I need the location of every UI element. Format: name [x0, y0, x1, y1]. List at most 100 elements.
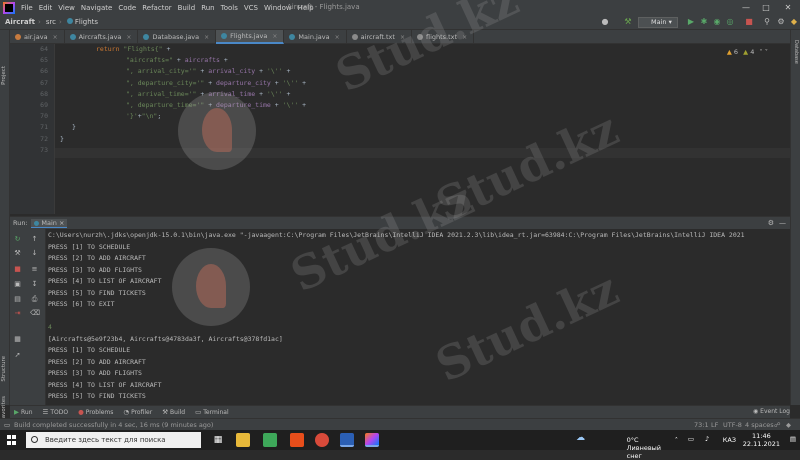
- code-line: ", departure_city='" + departure_city + …: [126, 79, 306, 87]
- code-line: }: [60, 135, 64, 143]
- close-tab-icon[interactable]: ×: [126, 34, 131, 41]
- volume-icon[interactable]: ♪: [705, 435, 709, 443]
- editor-tab[interactable]: air.java ×: [10, 30, 65, 44]
- search-icon[interactable]: ⚲: [762, 17, 772, 27]
- breadcrumb-file[interactable]: Flights: [62, 18, 101, 26]
- menu-item-refactor[interactable]: Refactor: [139, 4, 174, 12]
- profile-icon[interactable]: ◎: [725, 17, 735, 27]
- layout-icon[interactable]: ▦: [13, 335, 22, 344]
- camera-icon[interactable]: ▣: [13, 280, 22, 289]
- tool-tab-problems[interactable]: ● Problems: [74, 408, 119, 416]
- windows-start-icon[interactable]: [7, 435, 17, 445]
- close-icon[interactable]: ✕: [778, 0, 798, 15]
- close-tab-icon[interactable]: ×: [272, 33, 277, 40]
- project-tool-tab[interactable]: Project: [1, 66, 7, 85]
- settings-icon[interactable]: ⚙: [776, 17, 786, 27]
- console-line: 4: [48, 323, 52, 331]
- tool-tab-todo[interactable]: ☰ TODO: [39, 408, 75, 416]
- caret-position[interactable]: 73:1: [694, 421, 709, 429]
- coverage-icon[interactable]: ◉: [712, 17, 722, 27]
- menu-item-edit[interactable]: Edit: [36, 4, 56, 12]
- tool-tab-run[interactable]: ▶ Run: [10, 408, 39, 416]
- user-icon[interactable]: ●: [600, 17, 610, 27]
- code-editor[interactable]: 64 65 66 67 68 69 70 71 72 73 return "Flights{" +…: [10, 44, 790, 214]
- pin-icon[interactable]: ➚: [13, 351, 22, 360]
- menu-item-build[interactable]: Build: [175, 4, 199, 12]
- editor-tab[interactable]: flights.txt ×: [412, 30, 475, 44]
- weather-text[interactable]: 0°C Ливневый снег: [627, 436, 661, 460]
- menu-item-navigate[interactable]: Navigate: [78, 4, 115, 12]
- line-separator[interactable]: LF: [711, 421, 718, 429]
- chevron-up-icon[interactable]: ˄: [759, 48, 762, 56]
- breadcrumb-project[interactable]: Aircraft: [0, 18, 38, 26]
- settings-icon[interactable]: ⚙: [768, 219, 774, 227]
- app-icon[interactable]: [263, 433, 277, 447]
- trash-icon[interactable]: ⌫: [30, 309, 40, 318]
- wrench-icon[interactable]: ⚒: [13, 249, 22, 258]
- maximize-icon[interactable]: □: [756, 0, 776, 15]
- memory-icon[interactable]: ◆: [786, 421, 791, 429]
- rerun-icon[interactable]: ↻: [13, 235, 22, 244]
- dump-threads-icon[interactable]: ▤: [13, 295, 22, 304]
- print-icon[interactable]: ⎙: [30, 295, 39, 304]
- run-icon[interactable]: ▶: [686, 17, 696, 27]
- build-hammer-icon[interactable]: ⚒: [623, 17, 633, 27]
- minimize-icon[interactable]: —: [736, 0, 756, 15]
- editor-tab[interactable]: Aircrafts.java ×: [65, 30, 139, 44]
- down-arrow-icon[interactable]: ↓: [30, 249, 39, 258]
- scroll-to-end-icon[interactable]: ↧: [30, 280, 39, 289]
- chevron-down-icon[interactable]: ˅: [765, 48, 768, 56]
- chevron-up-icon[interactable]: ˄: [675, 436, 678, 444]
- run-tab-main[interactable]: ● Main ×: [30, 218, 68, 228]
- console-output[interactable]: C:\Users\nurzh\.jdks\openjdk-15.0.1\bin\…: [47, 229, 790, 406]
- intellij-taskbar-icon[interactable]: [365, 433, 379, 447]
- run-config-label: Main: [651, 18, 667, 26]
- file-encoding[interactable]: UTF-8: [723, 421, 742, 429]
- chrome-icon[interactable]: [315, 433, 329, 447]
- tool-tab-build[interactable]: ⚒ Build: [158, 408, 191, 416]
- word-icon[interactable]: [340, 433, 354, 447]
- close-tab-icon[interactable]: ×: [462, 34, 467, 41]
- soft-wrap-icon[interactable]: ≡: [30, 265, 39, 274]
- taskbar-search-box[interactable]: Введите здесь текст для поиска: [26, 432, 201, 448]
- tool-tab-profiler[interactable]: ◔ Profiler: [119, 408, 158, 416]
- file-explorer-icon[interactable]: [236, 433, 250, 447]
- keyboard-language[interactable]: КАЗ: [723, 436, 736, 444]
- run-configuration-select[interactable]: Main ▾: [638, 17, 678, 28]
- status-message[interactable]: Build completed successfully in 4 sec, 1…: [14, 421, 213, 429]
- notifications-icon[interactable]: ▤: [790, 435, 796, 443]
- menu-item-code[interactable]: Code: [115, 4, 139, 12]
- tool-tab-terminal[interactable]: ▭ Terminal: [191, 408, 235, 416]
- inspection-widget[interactable]: ▲ 6 ▲ 4 ˄ ˅: [727, 48, 768, 56]
- hide-icon[interactable]: —: [779, 219, 786, 227]
- task-view-icon[interactable]: ▦: [211, 433, 225, 447]
- menu-item-run[interactable]: Run: [198, 4, 217, 12]
- editor-tab[interactable]: aircraft.txt ×: [347, 30, 412, 44]
- lock-icon[interactable]: ☍: [774, 421, 781, 429]
- close-tab-icon[interactable]: ×: [335, 34, 340, 41]
- up-arrow-icon[interactable]: ↑: [30, 235, 39, 244]
- network-icon[interactable]: ▭: [688, 435, 694, 443]
- editor-tab[interactable]: Main.java ×: [284, 30, 347, 44]
- event-log-button[interactable]: ◉ Event Log: [753, 408, 790, 415]
- structure-tool-tab[interactable]: Structure: [1, 356, 7, 382]
- exit-icon[interactable]: ⇥: [13, 309, 22, 318]
- menu-item-vcs[interactable]: VCS: [241, 4, 261, 12]
- close-tab-icon[interactable]: ×: [204, 34, 209, 41]
- clock[interactable]: 11:46 22.11.2021: [743, 432, 780, 448]
- close-tab-icon[interactable]: ×: [53, 34, 58, 41]
- indent-setting[interactable]: 4 spaces: [745, 421, 774, 429]
- database-tool-tab[interactable]: Database: [793, 40, 799, 64]
- stop-icon[interactable]: ■: [13, 265, 22, 274]
- breadcrumb-src[interactable]: src: [41, 18, 59, 26]
- close-tab-icon[interactable]: ×: [400, 34, 405, 41]
- menu-item-view[interactable]: View: [55, 4, 78, 12]
- menu-item-tools[interactable]: Tools: [218, 4, 241, 12]
- jetbrains-space-icon[interactable]: ◆: [789, 17, 799, 27]
- editor-tab[interactable]: Flights.java ×: [216, 30, 285, 44]
- debug-icon[interactable]: ✱: [699, 17, 709, 27]
- editor-tab[interactable]: Database.java ×: [138, 30, 217, 44]
- stop-icon[interactable]: ■: [744, 17, 754, 27]
- office-icon[interactable]: [290, 433, 304, 447]
- menu-item-file[interactable]: File: [18, 4, 36, 12]
